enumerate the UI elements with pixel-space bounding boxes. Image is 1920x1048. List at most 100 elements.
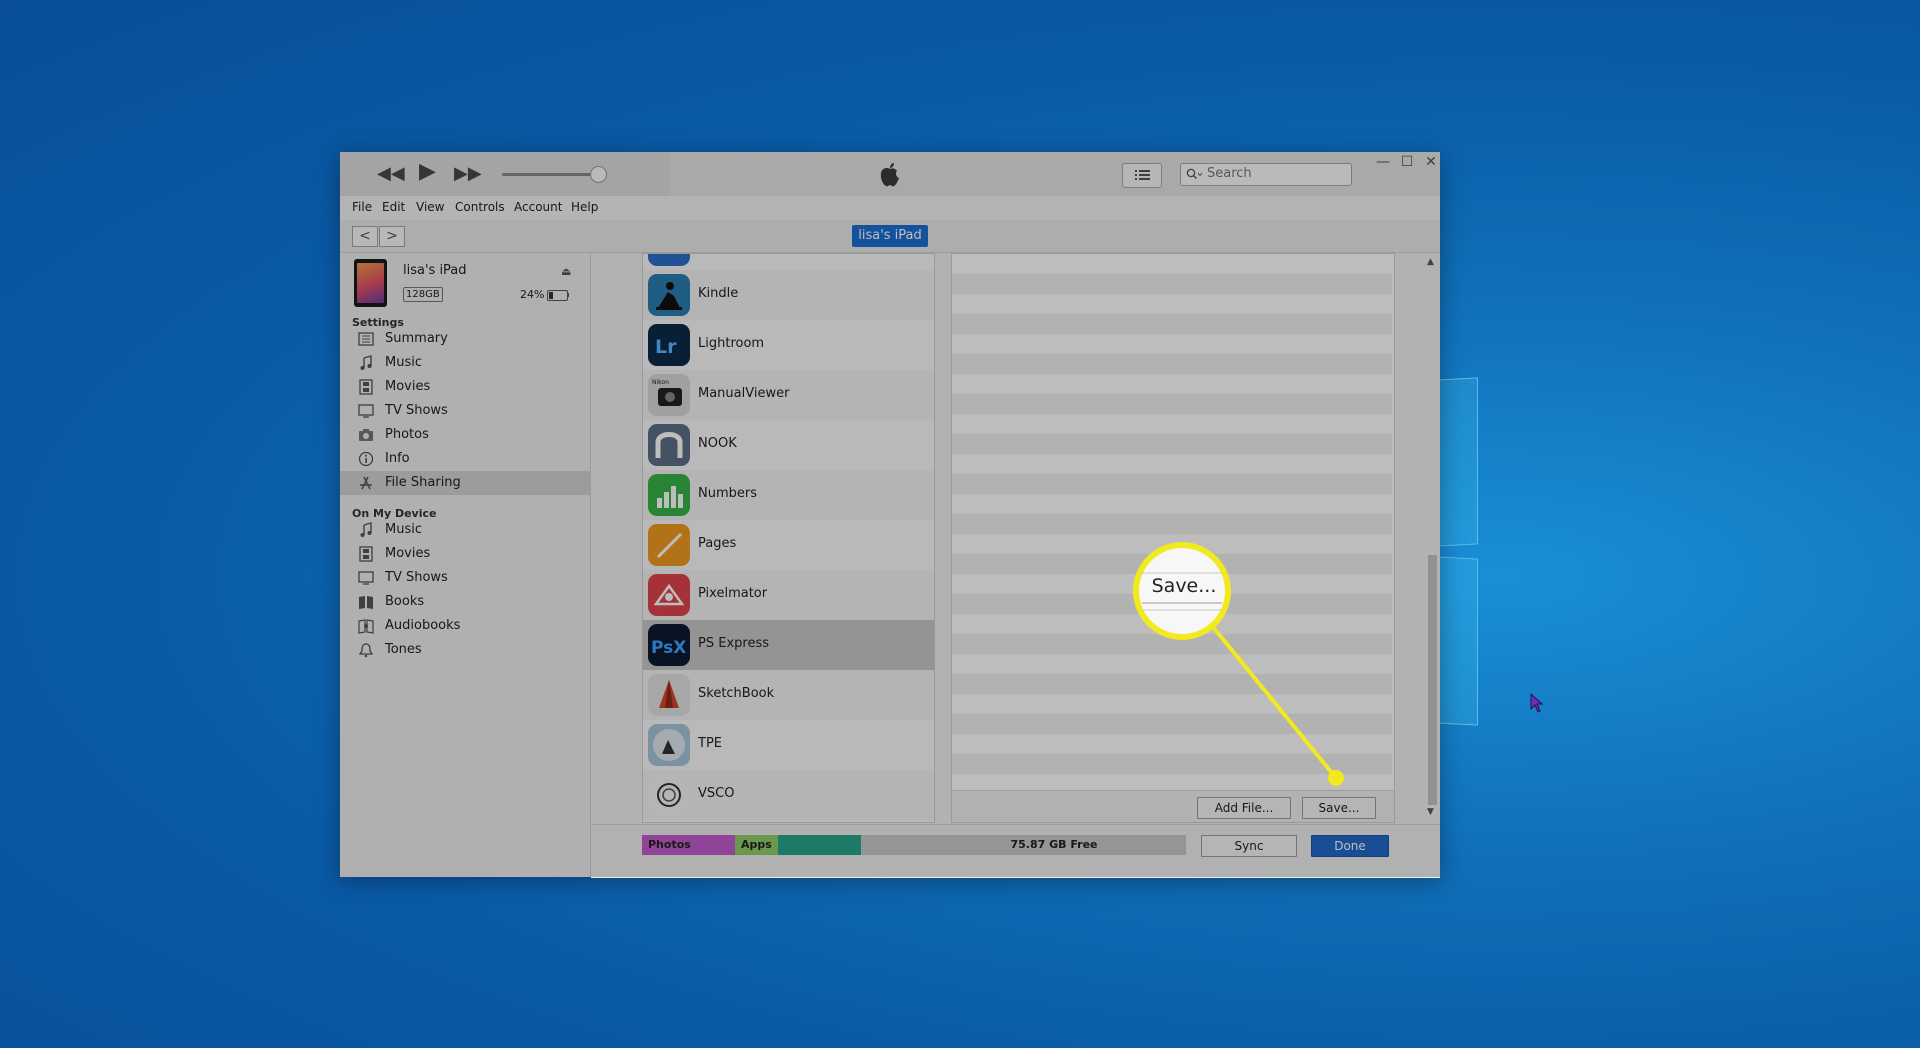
menu-controls[interactable]: Controls	[455, 200, 505, 214]
kindle-app-icon	[648, 274, 690, 316]
bottom-bar: Photos Apps 75.87 GB Free Sync Done	[591, 824, 1440, 878]
eject-icon[interactable]: ⏏	[561, 265, 571, 278]
sidebar-item-device-audiobooks[interactable]: Audiobooks	[340, 614, 590, 638]
sidebar-item-music[interactable]: Music	[340, 351, 590, 375]
app-label: Kindle	[698, 286, 739, 301]
battery-percent: 24%	[520, 288, 545, 301]
play-icon[interactable]: ▶	[419, 161, 436, 183]
sidebar-item-label: Photos	[385, 427, 429, 442]
document-row-stripe	[952, 314, 1392, 334]
storage-capacity-bar: Photos Apps 75.87 GB Free	[642, 835, 1186, 855]
rewind-icon[interactable]: ◀◀	[377, 164, 405, 184]
svg-text:PsX: PsX	[651, 638, 686, 658]
document-row-stripe	[952, 354, 1392, 374]
sidebar: lisa's iPad 128GB ⏏ 24% Settings Summary…	[340, 253, 591, 877]
minimize-icon[interactable]: —	[1373, 154, 1393, 170]
sidebar-item-device-music[interactable]: Music	[340, 518, 590, 542]
app-row-vsco[interactable]: VSCO	[643, 770, 934, 820]
list-view-button[interactable]	[1122, 163, 1162, 188]
sidebar-item-file-sharing[interactable]: File Sharing	[340, 471, 590, 495]
scroll-thumb[interactable]	[1428, 555, 1437, 805]
other-segment	[778, 835, 861, 855]
menu-edit[interactable]: Edit	[382, 200, 405, 214]
fast-forward-icon[interactable]: ▶▶	[454, 164, 482, 184]
sidebar-item-movies[interactable]: Movies	[340, 375, 590, 399]
scroll-down-icon[interactable]: ▼	[1427, 807, 1434, 817]
music-note-icon	[360, 355, 372, 370]
mouse-cursor-icon	[1530, 693, 1544, 713]
sidebar-item-photos[interactable]: Photos	[340, 423, 590, 447]
bell-icon	[358, 643, 374, 658]
sidebar-item-label: Tones	[385, 642, 422, 657]
sidebar-item-device-tv-shows[interactable]: TV Shows	[340, 566, 590, 590]
sync-button[interactable]: Sync	[1201, 835, 1297, 857]
ipad-thumbnail	[354, 259, 387, 307]
app-row-manualviewer[interactable]: Nikon ManualViewer	[643, 370, 934, 420]
maximize-icon[interactable]: ☐	[1397, 154, 1417, 170]
app-row-ps-express[interactable]: PsX PS Express	[643, 620, 934, 670]
app-row-nook[interactable]: NOOK	[643, 420, 934, 470]
sidebar-item-label: File Sharing	[385, 475, 461, 490]
menu-account[interactable]: Account	[514, 200, 562, 214]
forward-button[interactable]: >	[379, 226, 405, 247]
document-row-stripe	[952, 674, 1392, 694]
app-row-kindle[interactable]: Kindle	[643, 270, 934, 320]
document-row-stripe	[952, 474, 1392, 494]
sidebar-item-label: Audiobooks	[385, 618, 461, 633]
sidebar-item-label: Movies	[385, 379, 431, 394]
numbers-app-icon	[648, 474, 690, 516]
photos-segment: Photos	[642, 835, 735, 855]
sidebar-item-label: Music	[385, 522, 422, 537]
sidebar-item-summary[interactable]: Summary	[340, 327, 590, 351]
sidebar-item-device-tones[interactable]: Tones	[340, 638, 590, 662]
app-label: SketchBook	[698, 686, 775, 701]
device-button[interactable]: lisa's iPad	[852, 225, 928, 247]
nook-app-icon	[648, 424, 690, 466]
vertical-scrollbar[interactable]: ▲ ▼	[1425, 253, 1440, 821]
back-button[interactable]: <	[352, 226, 378, 247]
done-button[interactable]: Done	[1311, 835, 1389, 857]
close-icon[interactable]: ✕	[1421, 154, 1441, 170]
sidebar-item-device-movies[interactable]: Movies	[340, 542, 590, 566]
audiobook-icon	[358, 619, 374, 634]
document-row-stripe	[952, 514, 1392, 534]
add-file-button[interactable]: Add File...	[1197, 797, 1291, 819]
app-row-lightroom[interactable]: Lr Lightroom	[643, 320, 934, 370]
film-icon	[359, 379, 373, 395]
app-label: VSCO	[698, 786, 735, 801]
app-row-sketchbook[interactable]: SketchBook	[643, 670, 934, 720]
manualviewer-app-icon: Nikon	[648, 374, 690, 416]
app-label: Lightroom	[698, 336, 765, 351]
app-label: NOOK	[698, 436, 737, 451]
app-label: ManualViewer	[698, 386, 790, 401]
vsco-app-icon	[648, 774, 690, 816]
callout-save-label: Save...	[1151, 575, 1217, 597]
sidebar-item-device-books[interactable]: Books	[340, 590, 590, 614]
volume-knob[interactable]	[590, 166, 607, 183]
ps-express-app-icon: PsX	[648, 624, 690, 666]
app-row-partial[interactable]	[643, 254, 934, 270]
app-row-pages[interactable]: Pages	[643, 520, 934, 570]
app-store-icon	[360, 476, 372, 490]
app-row-numbers[interactable]: Numbers	[643, 470, 934, 520]
documents-pane: Add File... Save...	[951, 253, 1395, 823]
search-placeholder: Search	[1207, 166, 1252, 181]
menu-help[interactable]: Help	[571, 200, 598, 214]
app-row-pixelmator[interactable]: Pixelmator	[643, 570, 934, 620]
info-icon	[358, 451, 374, 467]
svg-text:Nikon: Nikon	[652, 379, 669, 386]
volume-slider[interactable]	[502, 173, 602, 176]
scroll-up-icon[interactable]: ▲	[1427, 257, 1434, 267]
save-button[interactable]: Save...	[1302, 797, 1376, 819]
sidebar-item-info[interactable]: Info	[340, 447, 590, 471]
app-row-tpe[interactable]: TPE	[643, 720, 934, 770]
menu-file[interactable]: File	[352, 200, 372, 214]
sidebar-item-label: TV Shows	[385, 570, 448, 585]
sidebar-item-label: Books	[385, 594, 425, 609]
menu-view[interactable]: View	[416, 200, 444, 214]
lightroom-app-icon: Lr	[648, 324, 690, 366]
summary-icon	[358, 332, 374, 346]
device-name: lisa's iPad	[403, 263, 467, 278]
sidebar-item-tv-shows[interactable]: TV Shows	[340, 399, 590, 423]
search-field[interactable]: Search	[1180, 163, 1352, 186]
